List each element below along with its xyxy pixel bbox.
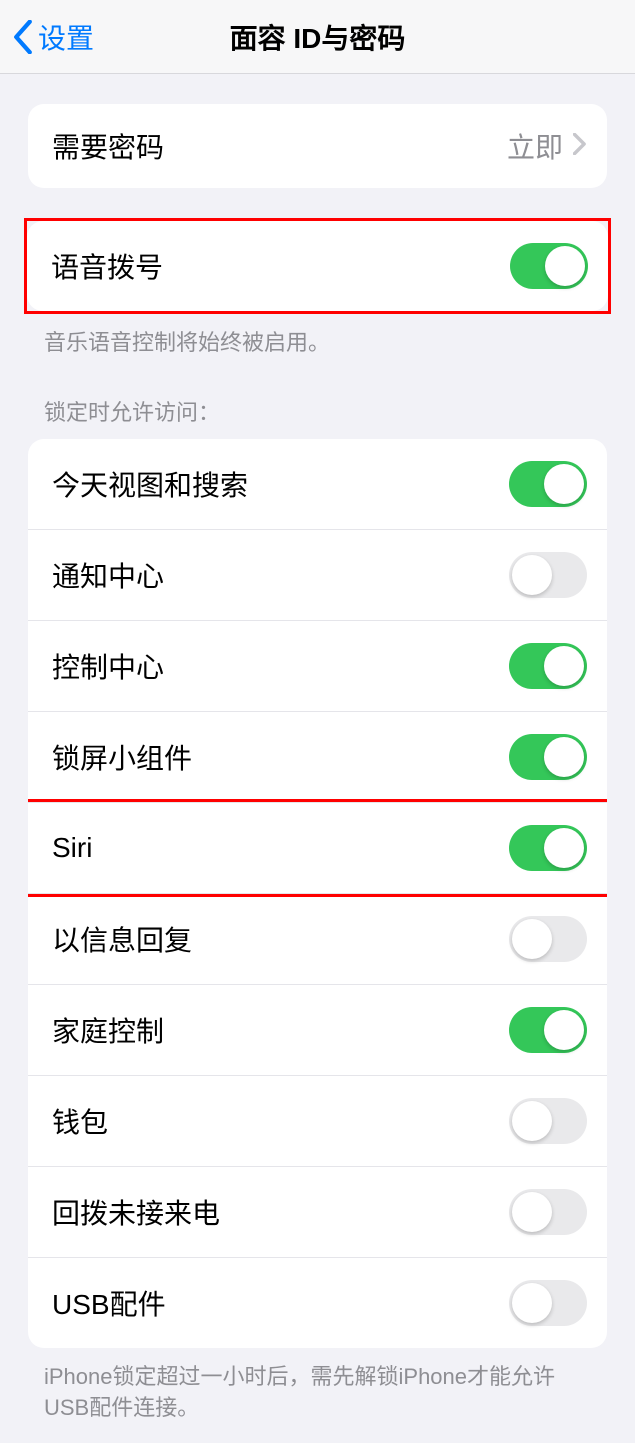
back-button[interactable]: 设置: [0, 17, 94, 57]
voice-dial-label: 语音拨号: [51, 246, 163, 286]
voice-dial-row: 语音拨号: [27, 221, 608, 311]
allow-access-item-label: Siri: [52, 832, 92, 864]
allow-access-row: 控制中心: [28, 620, 607, 711]
voice-dial-highlight: 语音拨号: [24, 218, 611, 314]
allow-access-footer: iPhone锁定超过一小时后，需先解锁iPhone才能允许USB配件连接。: [44, 1362, 591, 1424]
allow-access-item-toggle[interactable]: [509, 916, 587, 962]
allow-access-row: 家庭控制: [28, 984, 607, 1075]
allow-access-item-toggle[interactable]: [509, 1189, 587, 1235]
allow-access-item-toggle[interactable]: [509, 1007, 587, 1053]
allow-access-item-label: 钱包: [52, 1101, 108, 1141]
allow-access-item-label: 控制中心: [52, 646, 164, 686]
allow-access-item-label: 以信息回复: [52, 919, 192, 959]
allow-access-row: 今天视图和搜索: [28, 439, 607, 529]
allow-access-row: 通知中心: [28, 529, 607, 620]
navigation-bar: 设置 面容 ID与密码: [0, 0, 635, 74]
allow-access-row: 回拨未接来电: [28, 1166, 607, 1257]
allow-access-item-toggle[interactable]: [509, 734, 587, 780]
allow-access-item-toggle[interactable]: [509, 461, 587, 507]
require-passcode-label: 需要密码: [52, 126, 164, 166]
voice-dial-toggle[interactable]: [510, 243, 588, 289]
allow-access-item-toggle[interactable]: [509, 1280, 587, 1326]
allow-access-header: 锁定时允许访问：: [44, 395, 591, 427]
allow-access-row: 以信息回复: [28, 893, 607, 984]
voice-dial-footer: 音乐语音控制将始终被启用。: [44, 328, 591, 359]
allow-access-row: Siri: [28, 802, 607, 893]
allow-access-item-label: 通知中心: [52, 555, 164, 595]
page-title: 面容 ID与密码: [0, 17, 635, 57]
allow-access-row: 钱包: [28, 1075, 607, 1166]
chevron-right-icon: [573, 133, 587, 160]
allow-access-item-label: 今天视图和搜索: [52, 464, 248, 504]
require-passcode-value: 立即: [507, 126, 563, 166]
allow-access-item-label: 锁屏小组件: [52, 737, 192, 777]
allow-access-item-toggle[interactable]: [509, 643, 587, 689]
allow-access-item-label: 家庭控制: [52, 1010, 164, 1050]
require-passcode-row[interactable]: 需要密码 立即: [28, 104, 607, 188]
allow-access-item-toggle[interactable]: [509, 825, 587, 871]
allow-access-row: USB配件: [28, 1257, 607, 1348]
allow-access-row: 锁屏小组件: [28, 711, 607, 802]
allow-access-item-toggle[interactable]: [509, 1098, 587, 1144]
require-passcode-group: 需要密码 立即: [28, 104, 607, 188]
allow-access-item-label: USB配件: [52, 1283, 166, 1323]
allow-access-item-label: 回拨未接来电: [52, 1192, 220, 1232]
back-label: 设置: [38, 17, 94, 57]
allow-access-group: 今天视图和搜索通知中心控制中心锁屏小组件 Siri 以信息回复家庭控制钱包回拨未接来…: [28, 439, 607, 1348]
allow-access-item-toggle[interactable]: [509, 552, 587, 598]
chevron-left-icon: [12, 20, 34, 54]
